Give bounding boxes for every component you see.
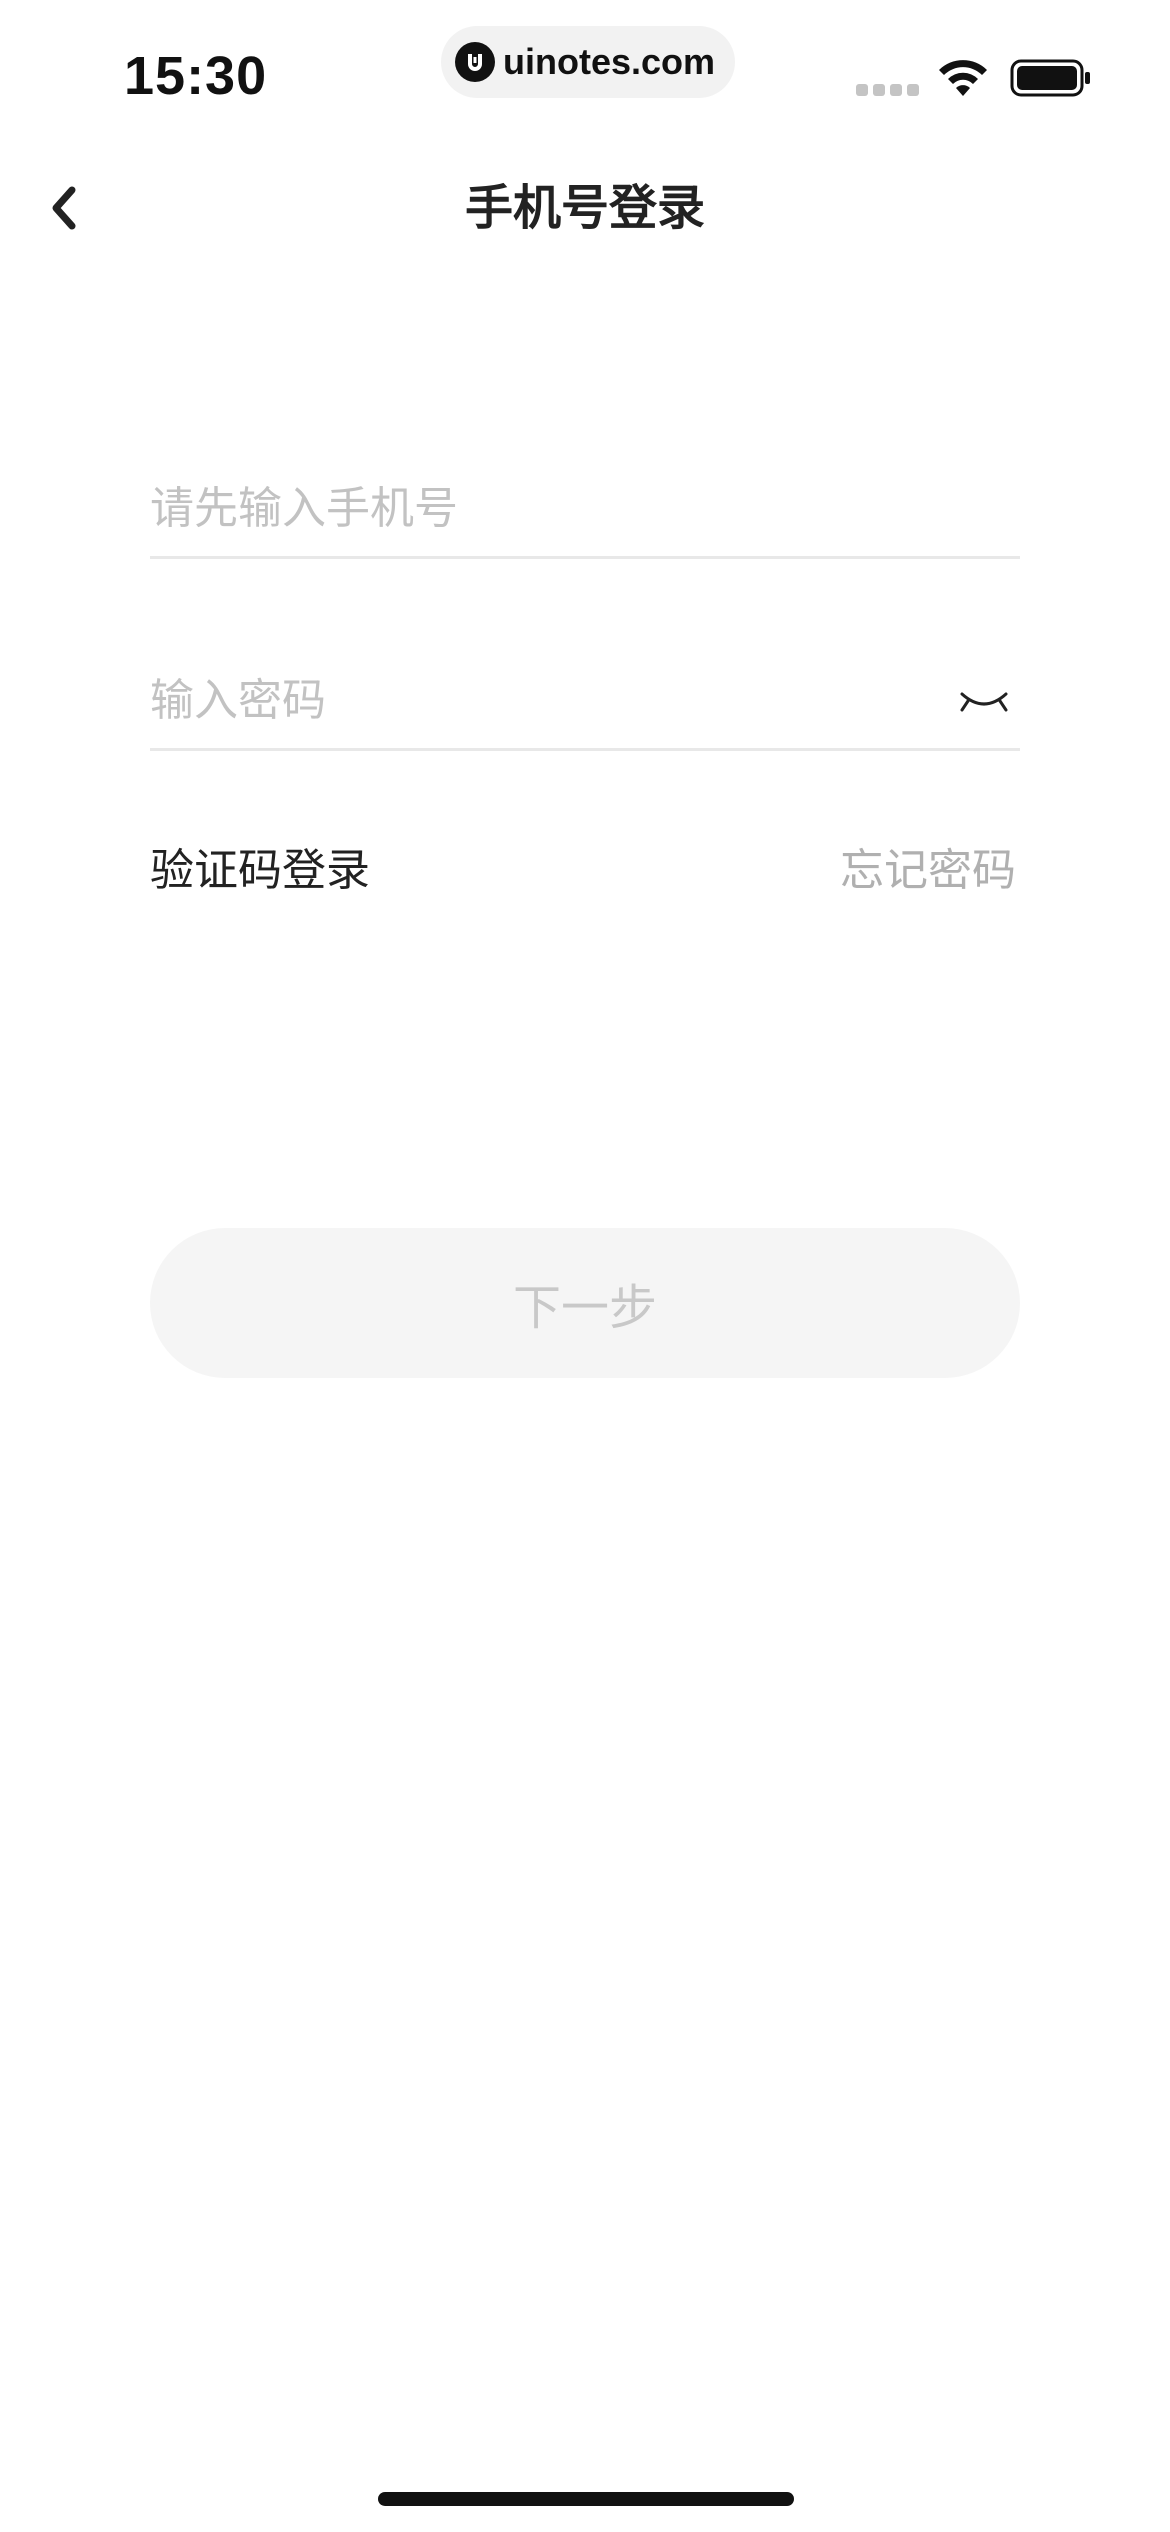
eye-closed-icon[interactable] xyxy=(958,686,1010,718)
forgot-password-link[interactable]: 忘记密码 xyxy=(840,836,1016,906)
login-options-row: 验证码登录 忘记密码 xyxy=(150,836,1020,906)
phone-input[interactable] xyxy=(150,460,910,556)
sms-login-link[interactable]: 验证码登录 xyxy=(150,836,370,906)
password-input[interactable] xyxy=(150,652,910,748)
phone-field xyxy=(150,460,1020,559)
battery-icon xyxy=(1010,59,1090,97)
next-button[interactable]: 下一步 xyxy=(150,1228,1020,1378)
status-bar: 15:30 uinotes.com xyxy=(0,0,1170,140)
signal-icon xyxy=(856,84,919,96)
home-indicator xyxy=(378,2492,794,2506)
site-logo-icon xyxy=(455,42,495,82)
url-pill[interactable]: uinotes.com xyxy=(441,26,735,98)
wifi-icon xyxy=(939,60,987,96)
status-time: 15:30 xyxy=(124,46,268,106)
url-text: uinotes.com xyxy=(503,41,716,82)
password-field xyxy=(150,652,1020,751)
page-title: 手机号登录 xyxy=(464,180,705,236)
